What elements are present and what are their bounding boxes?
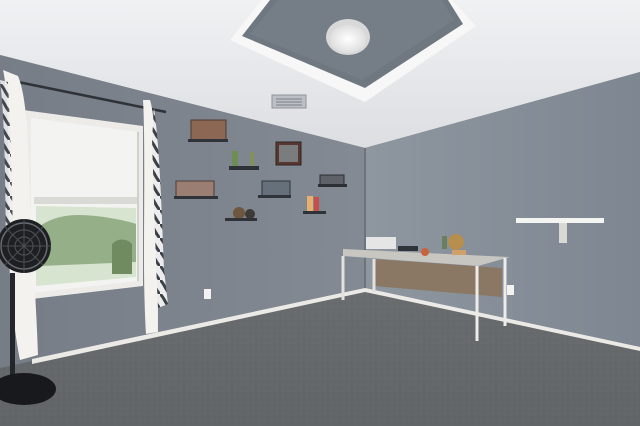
room-photo	[0, 0, 640, 426]
wall-outlet-left	[204, 289, 211, 299]
room-scene	[0, 0, 640, 426]
ceiling-light	[330, 25, 366, 53]
window	[23, 110, 143, 300]
wall-outlet-right	[507, 285, 514, 295]
